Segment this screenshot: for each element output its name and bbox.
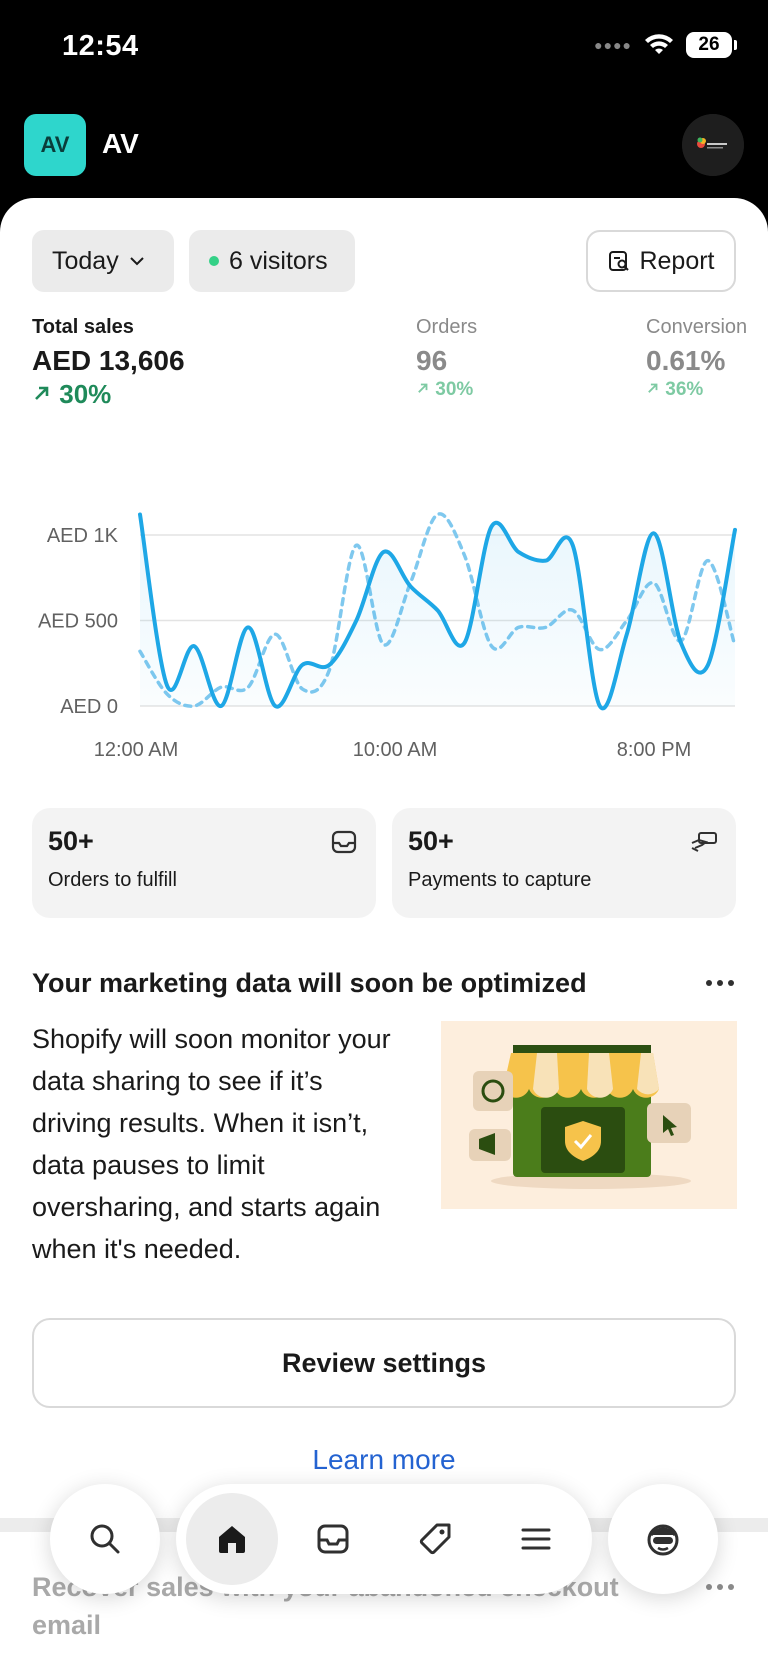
status-time: 12:54	[62, 30, 139, 62]
review-settings-button[interactable]: Review settings	[32, 1318, 736, 1408]
learn-more-link[interactable]: Learn more	[0, 1444, 768, 1476]
nav-search[interactable]	[50, 1484, 160, 1594]
chevron-down-icon	[130, 257, 144, 266]
nav-sidekick[interactable]	[608, 1484, 718, 1594]
arrow-up-right-icon	[35, 386, 49, 400]
orders-to-fulfill-tile[interactable]: 50+ Orders to fulfill	[32, 808, 376, 918]
date-range-label: Today	[52, 246, 119, 275]
cellular-signal-icon: ●●●●	[594, 37, 632, 53]
arrow-up-right-icon	[418, 383, 428, 393]
metric-change: 30%	[32, 379, 185, 410]
metric-total-sales[interactable]: Total sales AED 13,606 30%	[32, 316, 185, 410]
wifi-icon	[645, 34, 673, 54]
home-content: Today 6 visitors Report Total sales AED …	[0, 198, 768, 1662]
arrow-up-right-icon	[648, 383, 658, 393]
filter-row: Today 6 visitors Report	[32, 230, 736, 292]
y-tick-label: AED 0	[60, 696, 118, 718]
x-tick-label: 12:00 AM	[94, 739, 179, 756]
y-tick-label: AED 500	[38, 611, 118, 633]
sales-chart[interactable]: AED 1K AED 500 AED 0 12:00 AM 10:00 AM 8:00 P…	[0, 456, 768, 761]
report-label: Report	[639, 246, 715, 275]
metric-conversion[interactable]: Conversion 0.61% 36%	[646, 316, 747, 401]
sales-chart-svg: AED 1K AED 500 AED 0 12:00 AM 10:00 AM 8:00 P…	[38, 512, 737, 761]
battery-indicator: 26	[686, 32, 737, 58]
menu-icon	[521, 1528, 551, 1550]
metric-value: AED 13,606	[32, 345, 185, 376]
storefront-shield-icon	[441, 1021, 737, 1209]
inbox-icon	[331, 830, 357, 854]
home-icon	[219, 1526, 245, 1553]
marketing-card-body: Shopify will soon monitor your data shar…	[32, 1024, 391, 1264]
metric-change: 30%	[416, 379, 477, 401]
nav-orders[interactable]	[287, 1493, 379, 1585]
live-visitors-chip[interactable]: 6 visitors	[189, 230, 355, 292]
task-tiles: 50+ Orders to fulfill 50+ Payments to ca…	[32, 808, 736, 918]
metric-value: 0.61%	[646, 345, 726, 376]
store-name[interactable]: AV	[102, 128, 139, 160]
metric-change: 36%	[646, 379, 747, 401]
metric-value: 96	[416, 345, 448, 376]
tile-label: Orders to fulfill	[48, 869, 177, 891]
metric-orders[interactable]: Orders 96 30%	[416, 316, 477, 401]
visitors-label: 6 visitors	[229, 246, 328, 275]
app-header: AV AV	[0, 100, 768, 200]
metric-label: Total sales	[32, 316, 134, 338]
metric-label: Conversion	[646, 316, 748, 338]
x-tick-label: 8:00 PM	[617, 739, 691, 756]
account-avatar[interactable]	[682, 114, 744, 176]
marketing-card: Your marketing data will soon be optimiz…	[32, 966, 737, 1264]
search-icon	[90, 1524, 120, 1554]
inbox-icon	[317, 1524, 349, 1554]
sidekick-face-icon	[647, 1524, 679, 1556]
tile-count: 50+	[48, 826, 94, 856]
metric-label: Orders	[416, 316, 478, 338]
tag-icon	[419, 1523, 451, 1555]
brand-logo-icon	[682, 114, 744, 176]
tile-count: 50+	[408, 826, 454, 856]
y-tick-label: AED 1K	[47, 525, 119, 547]
store-avatar[interactable]: AV	[24, 114, 86, 176]
cash-hand-icon	[691, 832, 717, 852]
nav-products[interactable]	[389, 1493, 481, 1585]
report-icon	[609, 251, 630, 271]
payments-to-capture-tile[interactable]: 50+ Payments to capture	[392, 808, 736, 918]
report-button[interactable]: Report	[586, 230, 736, 292]
status-indicators: ●●●● 26	[594, 32, 737, 58]
tile-label: Payments to capture	[408, 869, 592, 891]
nav-menu[interactable]	[490, 1493, 582, 1585]
more-options-icon[interactable]	[706, 980, 734, 986]
live-dot-icon	[209, 256, 219, 266]
date-range-dropdown[interactable]: Today	[32, 230, 174, 292]
status-bar: 12:54 ●●●● 26	[0, 0, 768, 100]
marketing-card-title: Your marketing data will soon be optimiz…	[32, 968, 587, 998]
x-tick-label: 10:00 AM	[353, 739, 438, 756]
bottom-navigation	[0, 1484, 768, 1594]
storefront-illustration	[441, 1021, 737, 1209]
nav-home[interactable]	[186, 1493, 278, 1585]
nav-primary-group	[176, 1484, 592, 1594]
metrics-row: Total sales AED 13,606 30% Orders 96 30%…	[32, 316, 768, 416]
